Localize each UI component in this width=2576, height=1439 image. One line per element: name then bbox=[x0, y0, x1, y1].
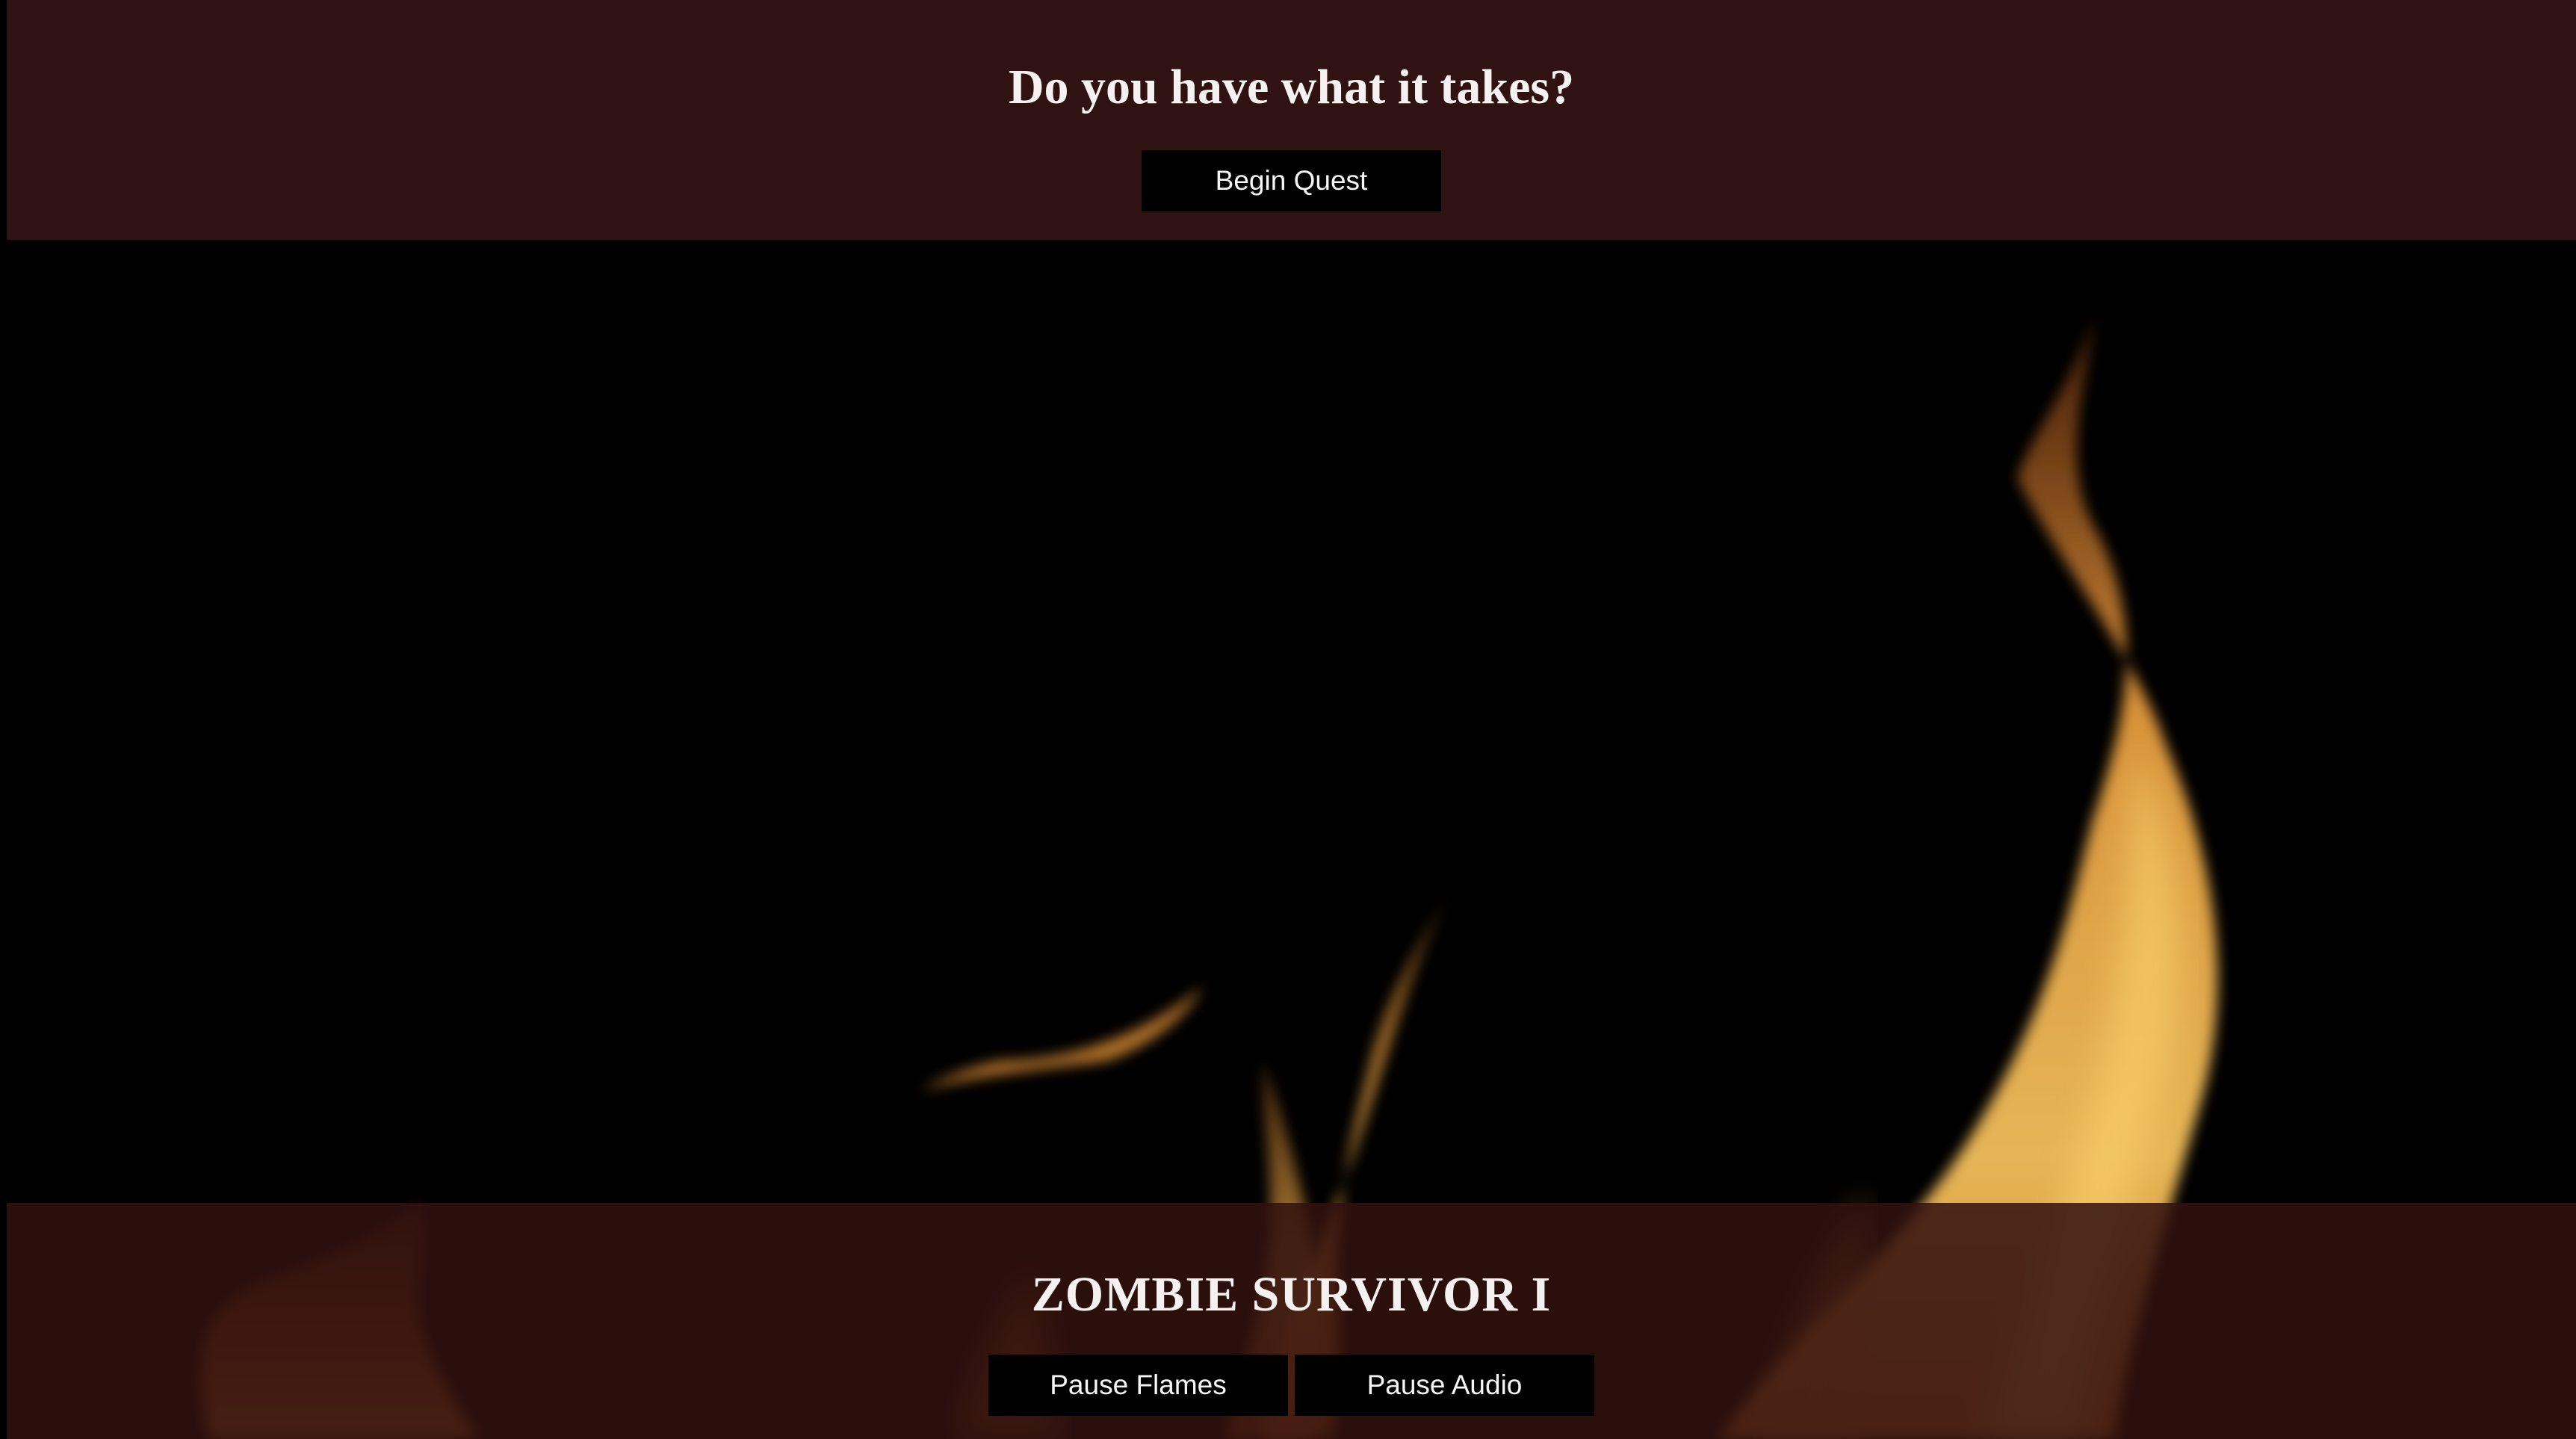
begin-quest-button[interactable]: Begin Quest bbox=[1142, 150, 1441, 211]
pause-audio-button[interactable]: Pause Audio bbox=[1295, 1355, 1594, 1416]
page: Do you have what it takes? Begin Quest Z… bbox=[0, 0, 2576, 1439]
media-controls: Pause Flames Pause Audio bbox=[988, 1355, 1594, 1416]
pause-flames-button[interactable]: Pause Flames bbox=[988, 1355, 1288, 1416]
quest-heading: Do you have what it takes? bbox=[1008, 60, 1575, 114]
bottom-banner: ZOMBIE SURVIVOR I Pause Flames Pause Aud… bbox=[7, 1203, 2576, 1439]
game-title: ZOMBIE SURVIVOR I bbox=[1031, 1267, 1552, 1322]
top-banner: Do you have what it takes? Begin Quest bbox=[7, 0, 2576, 240]
